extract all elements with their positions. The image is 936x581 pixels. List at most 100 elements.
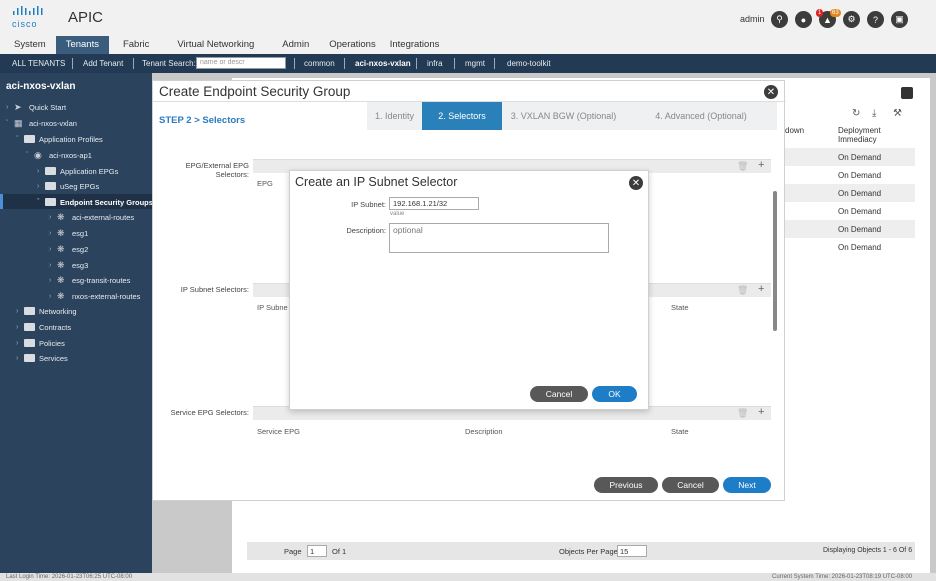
cancel-button[interactable]: Cancel — [662, 477, 719, 493]
tree-item-application-epgs[interactable]: › Application EPGs — [37, 164, 118, 178]
tab-integrations[interactable]: Integrations — [382, 36, 448, 54]
tree-item-contracts[interactable]: › Contracts — [16, 320, 71, 334]
esg-icon: ❋ — [57, 260, 65, 270]
wizard-step-vxlan-bgw[interactable]: 3. VXLAN BGW (Optional) — [502, 102, 625, 130]
add-tenant-link[interactable]: Add Tenant — [75, 54, 131, 73]
tree-label: Endpoint Security Groups — [60, 197, 153, 207]
tab-virtual-networking[interactable]: Virtual Networking — [163, 36, 268, 54]
trash-icon[interactable]: 🗑 — [737, 161, 748, 172]
page-label: Page — [284, 547, 302, 556]
tree-item-esg-transit-routes[interactable]: › ❋ esg-transit-routes — [49, 273, 130, 287]
cancel-button[interactable]: Cancel — [530, 386, 588, 402]
scrollbar[interactable] — [773, 137, 778, 467]
divider — [454, 58, 455, 69]
tree-label: esg1 — [72, 228, 89, 238]
folder-icon — [45, 198, 56, 206]
chevron-right-icon: › — [16, 354, 19, 362]
ok-button[interactable]: OK — [592, 386, 637, 402]
tab-admin[interactable]: Admin — [268, 36, 323, 54]
help-icon[interactable]: ? — [867, 11, 884, 28]
table-row: On Demand — [785, 220, 915, 238]
tab-tenants[interactable]: Tenants — [55, 36, 109, 54]
add-icon[interactable]: + — [758, 159, 764, 171]
tree-label: aci-external-routes — [72, 212, 135, 222]
refresh-icon[interactable]: ↻ — [852, 108, 860, 119]
tree-item-aci-external-routes[interactable]: › ❋ aci-external-routes — [49, 210, 134, 224]
tenant-link-common[interactable]: common — [296, 54, 343, 73]
folder-icon — [45, 182, 56, 190]
epg-column: EPG — [257, 179, 273, 188]
tree-item-tenant[interactable]: ˇ ▦ aci-nxos-vxlan — [6, 116, 77, 130]
scrollbar-thumb[interactable] — [773, 191, 777, 331]
tools-icon[interactable]: ⚒ — [893, 108, 902, 119]
deployment-value: On Demand — [838, 153, 882, 162]
search-icon[interactable]: ⚲ — [771, 11, 788, 28]
page-input[interactable]: 1 — [307, 545, 327, 557]
close-icon[interactable]: ✕ — [764, 85, 778, 99]
esg-icon: ❋ — [57, 291, 65, 301]
previous-button[interactable]: Previous — [594, 477, 658, 493]
tree-label: uSeg EPGs — [60, 181, 100, 191]
trash-icon[interactable]: 🗑 — [737, 285, 748, 296]
wizard-step-advanced[interactable]: 4. Advanced (Optional) — [625, 102, 777, 130]
folder-icon — [45, 167, 56, 175]
app-header: cisco APIC admin ⚲ ● ▲ 1 63 ⚙ ? ▣ System… — [0, 0, 936, 54]
table-row: On Demand — [785, 148, 915, 166]
tenant-link-demo-toolkit[interactable]: demo-toolkit — [499, 54, 559, 73]
user-name[interactable]: admin — [740, 14, 765, 24]
divider — [494, 58, 495, 69]
close-icon[interactable]: ✕ — [629, 176, 643, 190]
tab-fabric[interactable]: Fabric — [109, 36, 163, 54]
tenant-link-mgmt[interactable]: mgmt — [457, 54, 493, 73]
tree-item-networking[interactable]: › Networking — [16, 304, 77, 318]
tree-item-useg-epgs[interactable]: › uSeg EPGs — [37, 179, 99, 193]
deployment-value: On Demand — [838, 171, 882, 180]
bookmark-icon[interactable] — [901, 87, 913, 99]
download-icon[interactable]: ⤓ — [872, 108, 876, 119]
tenant-link-infra[interactable]: infra — [419, 54, 451, 73]
tree-label: nxos-external-routes — [72, 291, 141, 301]
tree-item-aci-nxos-ap1[interactable]: ˇ ◉ aci-nxos-ap1 — [26, 148, 92, 162]
tree-item-esg3[interactable]: › ❋ esg3 — [49, 258, 88, 272]
tree-label: Application Profiles — [39, 134, 103, 144]
cisco-logo-text: cisco — [12, 19, 38, 29]
folder-icon — [24, 307, 35, 315]
tree-label: Services — [39, 353, 68, 363]
dialog-title: Create an IP Subnet Selector — [295, 175, 458, 189]
tree-item-endpoint-security-groups[interactable]: ˇ Endpoint Security Groups — [37, 195, 153, 209]
quick-start-icon: ➤ — [14, 102, 22, 112]
ip-subnet-input[interactable]: 192.168.1.21/32 — [389, 197, 479, 210]
camera-icon[interactable]: ● — [795, 11, 812, 28]
tree-label: Quick Start — [29, 102, 67, 112]
next-button[interactable]: Next — [723, 477, 771, 493]
ip-subnet-column: IP Subne — [257, 303, 288, 312]
gear-icon[interactable]: ⚙ — [843, 11, 860, 28]
chevron-down-icon: ˇ — [26, 151, 29, 159]
per-page-select[interactable]: 15 — [617, 545, 647, 557]
column-header-deployment: Deployment Immediacy — [838, 126, 881, 144]
esg-icon: ❋ — [57, 228, 65, 238]
tab-system[interactable]: System — [0, 36, 56, 54]
add-icon[interactable]: + — [758, 406, 764, 418]
epg-selectors-label: EPG/External EPG Selectors: — [185, 161, 249, 179]
tenant-search-input[interactable]: name or descr — [196, 57, 286, 69]
dialog-title: Create Endpoint Security Group — [159, 84, 351, 99]
trash-icon[interactable]: 🗑 — [737, 408, 748, 419]
tree-item-esg2[interactable]: › ❋ esg2 — [49, 242, 88, 256]
chevron-down-icon: ˇ — [6, 119, 9, 127]
screen-icon[interactable]: ▣ — [891, 11, 908, 28]
wizard-step-identity[interactable]: 1. Identity — [367, 102, 422, 130]
tree-item-esg1[interactable]: › ❋ esg1 — [49, 226, 88, 240]
tree-item-policies[interactable]: › Policies — [16, 336, 65, 350]
tree-item-services[interactable]: › Services — [16, 351, 68, 365]
description-textarea[interactable]: optional — [389, 223, 609, 253]
tab-operations[interactable]: Operations — [323, 36, 381, 54]
tree-item-quick-start[interactable]: › ➤ Quick Start — [6, 100, 66, 114]
add-icon[interactable]: + — [758, 283, 764, 295]
tenant-link-aci-nxos-vxlan[interactable]: aci-nxos-vxlan — [347, 54, 419, 73]
tree-item-application-profiles[interactable]: ˇ Application Profiles — [16, 132, 103, 146]
chevron-right-icon: › — [37, 182, 40, 190]
all-tenants-link[interactable]: ALL TENANTS — [4, 54, 73, 73]
tree-item-nxos-external-routes[interactable]: › ❋ nxos-external-routes — [49, 289, 140, 303]
wizard-step-selectors[interactable]: 2. Selectors — [422, 102, 502, 130]
